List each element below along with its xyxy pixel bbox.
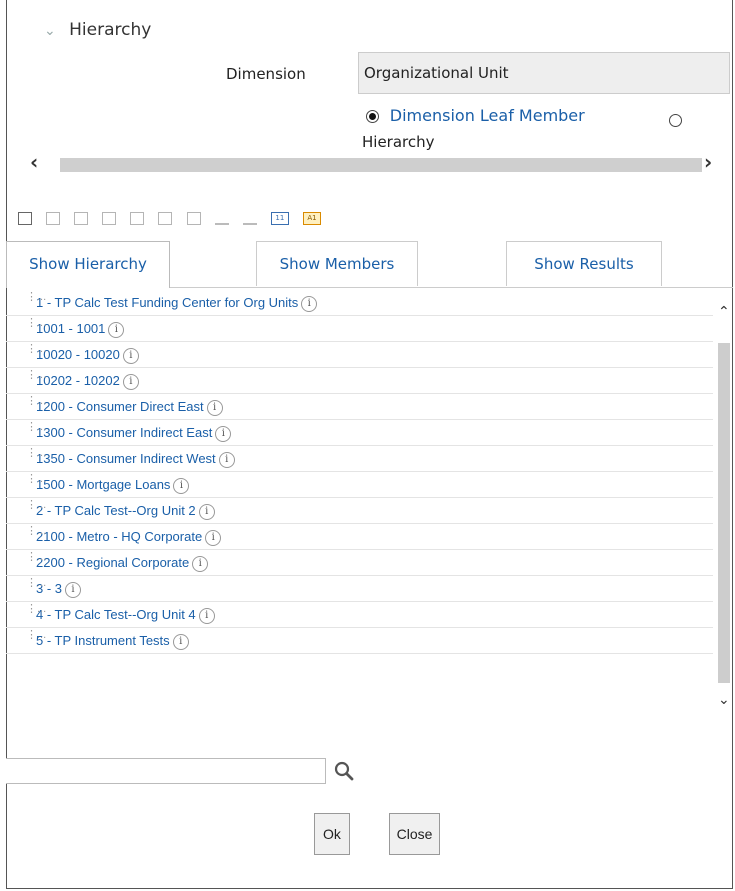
list-item[interactable]: ⋮... 1300 - Consumer Indirect East i [6, 420, 713, 446]
toggle-view-icon[interactable] [18, 212, 32, 225]
tab-show-hierarchy[interactable]: Show Hierarchy [6, 241, 170, 288]
collapse-all-icon[interactable] [130, 212, 145, 225]
scroll-right-icon[interactable]: › [704, 150, 712, 174]
radio-leaf-member[interactable]: Dimension Leaf Member [366, 106, 585, 125]
tree-connector-icon: ⋮... [26, 577, 47, 589]
list-item-label: 1500 - Mortgage Loans [36, 477, 171, 492]
info-icon[interactable]: i [192, 555, 209, 572]
tree-connector-icon: ⋮... [26, 551, 47, 563]
list-item[interactable]: ⋮... 1200 - Consumer Direct East i [6, 394, 713, 420]
tree-connector-icon: ⋮... [26, 343, 47, 355]
info-icon[interactable]: i [205, 529, 222, 546]
unfocus-icon[interactable] [242, 212, 257, 225]
radio-leaf-member-label: Dimension Leaf Member [389, 106, 585, 125]
list-item[interactable]: ⋮... 5 - TP Instrument Tests i [6, 628, 713, 654]
list-item-label: 5 - TP Instrument Tests [36, 633, 170, 648]
show-code-icon[interactable]: 11 [270, 212, 289, 225]
list-item[interactable]: ⋮... 2 - TP Calc Test--Org Unit 2i [6, 498, 713, 524]
list-item-label: 1300 - Consumer Indirect East [36, 425, 213, 440]
list-item[interactable]: ⋮... 4 - TP Calc Test--Org Unit 4i [6, 602, 713, 628]
list-item[interactable]: ⋮... 1500 - Mortgage Loans i [6, 472, 713, 498]
scroll-up-icon[interactable]: ⌃ [718, 304, 730, 320]
list-item-label: 1 - TP Calc Test Funding Center for Org … [36, 295, 299, 310]
radio-selected-icon[interactable] [366, 110, 379, 123]
list-item-label: 1350 - Consumer Indirect West [36, 451, 216, 466]
tree-connector-icon: ⋮... [26, 421, 47, 433]
list-item-label: 2100 - Metro - HQ Corporate [36, 529, 203, 544]
close-button[interactable]: Close [389, 813, 440, 855]
info-icon[interactable]: i [206, 399, 223, 416]
tree-connector-icon: ⋮... [26, 499, 47, 511]
info-icon[interactable]: i [65, 581, 82, 598]
focus-icon[interactable] [214, 212, 229, 225]
info-icon[interactable]: i [172, 633, 189, 650]
info-icon[interactable]: i [218, 451, 235, 468]
list-item-label: 1001 - 1001 [36, 321, 106, 336]
list-item[interactable]: ⋮... 2200 - Regional Corporate i [6, 550, 713, 576]
list-item-label: 10202 - 10202 [36, 373, 120, 388]
collapse-node-icon[interactable] [186, 212, 201, 225]
list-item[interactable]: ⋮... 2100 - Metro - HQ Corporate i [6, 524, 713, 550]
tree-connector-icon: ⋮... [26, 603, 47, 615]
tree-connector-icon: ⋮... [26, 473, 47, 485]
info-icon[interactable]: i [108, 321, 125, 338]
scroll-track[interactable] [60, 158, 702, 172]
show-name-icon[interactable]: A1 [302, 212, 321, 225]
search-icon[interactable] [333, 760, 355, 782]
radio-hierarchy[interactable] [669, 110, 688, 129]
info-icon[interactable]: i [173, 477, 190, 494]
tree-connector-icon: ⋮... [26, 525, 47, 537]
scroll-down-icon[interactable]: ⌄ [718, 692, 730, 708]
list-item[interactable]: ⋮... 3 - 3i [6, 576, 713, 602]
info-icon[interactable]: i [301, 295, 318, 312]
tab-show-results[interactable]: Show Results [506, 241, 662, 286]
expand-node-icon[interactable] [158, 212, 173, 225]
ok-button[interactable]: Ok [314, 813, 350, 855]
tree-connector-icon: ⋮... [26, 447, 47, 459]
vertical-scrollbar[interactable]: ⌃ ⌄ [713, 290, 733, 745]
list-item-label: 1200 - Consumer Direct East [36, 399, 204, 414]
info-icon[interactable]: i [215, 425, 232, 442]
tree-connector-icon: ⋮... [26, 395, 47, 407]
section-title: Hierarchy [69, 20, 152, 40]
dimension-label: Dimension [226, 65, 306, 83]
list-item[interactable]: ⋮... 1350 - Consumer Indirect West i [6, 446, 713, 472]
list-item[interactable]: ⋮... 1001 - 1001 i [6, 316, 713, 342]
list-item[interactable]: ⋮... 1 - TP Calc Test Funding Center for … [6, 290, 713, 316]
tab-show-members[interactable]: Show Members [256, 241, 418, 286]
info-icon[interactable]: i [122, 347, 139, 364]
radio-hierarchy-label: Hierarchy [362, 133, 435, 151]
expand-all-icon[interactable] [74, 212, 89, 225]
horizontal-scrollbar[interactable]: ‹ › [6, 150, 733, 180]
scroll-left-icon[interactable]: ‹ [30, 150, 38, 174]
radio-unselected-icon[interactable] [669, 114, 682, 127]
list-item-label: 10020 - 10020 [36, 347, 120, 362]
hierarchy-section-header[interactable]: ⌄ Hierarchy [44, 20, 151, 40]
tree-connector-icon: ⋮... [26, 291, 47, 303]
dimension-field[interactable]: Organizational Unit [358, 52, 730, 94]
tab-bar: Show Hierarchy Show Members Show Results [6, 241, 733, 288]
tree-connector-icon: ⋮... [26, 629, 47, 641]
list-item[interactable]: ⋮... 10202 - 10202 i [6, 368, 713, 394]
info-icon[interactable]: i [198, 503, 215, 520]
list-item-label: 4 - TP Calc Test--Org Unit 4 [36, 607, 196, 622]
list-item-label: 2 - TP Calc Test--Org Unit 2 [36, 503, 196, 518]
scroll-thumb[interactable] [718, 343, 730, 683]
info-icon[interactable]: i [122, 373, 139, 390]
tree-connector-icon: ⋮... [26, 317, 47, 329]
list-item[interactable]: ⋮... 10020 - 10020 i [6, 342, 713, 368]
collapse-branch-icon[interactable] [102, 212, 117, 225]
tree-toolbar: 11 A1 [18, 208, 330, 228]
hierarchy-list: ⋮... 1 - TP Calc Test Funding Center for … [6, 290, 713, 745]
chevron-down-icon: ⌄ [44, 23, 56, 39]
search-input[interactable] [6, 758, 326, 784]
info-icon[interactable]: i [198, 607, 215, 624]
tree-connector-icon: ⋮... [26, 369, 47, 381]
list-item-label: 2200 - Regional Corporate [36, 555, 190, 570]
expand-branch-icon[interactable] [46, 212, 61, 225]
